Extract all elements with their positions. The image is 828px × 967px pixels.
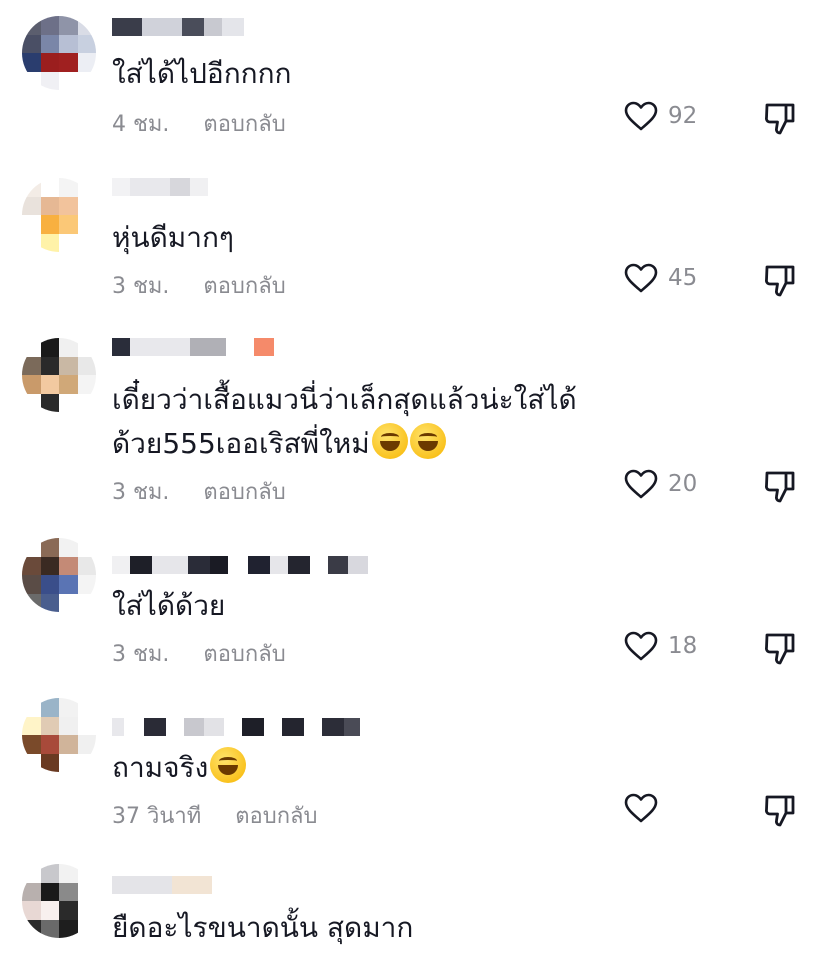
username-redacted[interactable] <box>112 338 274 356</box>
avatar[interactable] <box>22 698 96 772</box>
avatar[interactable] <box>22 338 96 412</box>
avatar[interactable] <box>22 178 96 252</box>
thumbs-down-icon[interactable] <box>762 792 798 828</box>
like-button[interactable] <box>624 793 658 823</box>
avatar[interactable] <box>22 864 96 938</box>
reply-button[interactable]: ตอบกลับ <box>203 106 285 141</box>
comment-time: 3 ชม. <box>112 480 170 505</box>
comment-text-body: ถามจริง <box>112 751 209 784</box>
grinning-sweat-emoji <box>371 423 408 459</box>
username-redacted[interactable] <box>112 556 368 574</box>
like-count: 18 <box>668 633 698 659</box>
comment-text: ใส่ได้ด้วย <box>112 589 226 622</box>
comment-text: หุ่นดีมากๆ <box>112 221 234 254</box>
thumbs-down-icon[interactable] <box>762 262 798 298</box>
comment-text: ใส่ได้ไปอีกกกก <box>112 57 292 90</box>
comment-time: 37 วินาที <box>112 804 202 829</box>
username-redacted[interactable] <box>112 876 212 894</box>
grinning-sweat-emoji <box>409 423 446 459</box>
comment-time: 3 ชม. <box>112 274 170 299</box>
heart-outline-icon <box>624 631 658 661</box>
like-count: 45 <box>668 265 698 291</box>
tears-of-joy-emoji <box>210 747 247 783</box>
reply-button[interactable]: ตอบกลับ <box>203 636 285 671</box>
thumbs-down-icon[interactable] <box>762 100 798 136</box>
comment-meta-cutoff <box>112 958 812 967</box>
heart-outline-icon <box>624 793 658 823</box>
username-redacted[interactable] <box>112 718 360 736</box>
reply-button[interactable]: ตอบกลับ <box>203 268 285 303</box>
like-button[interactable]: 20 <box>624 469 697 499</box>
thumbs-down-icon[interactable] <box>762 468 798 504</box>
comment-text: ยืดอะไรขนาดนั้น สุดมาก <box>112 911 414 944</box>
username-redacted[interactable] <box>112 178 208 196</box>
like-button[interactable]: 18 <box>624 631 697 661</box>
comment-text: เดี๋ยวว่าเสื้อแมวนี่ว่าเล็กสุดแล้วน่ะใส่… <box>112 383 577 416</box>
comment-time: 3 ชม. <box>112 642 170 667</box>
comment-text: ด้วย555เออเริสพี่ใหม่ <box>112 420 446 468</box>
like-button[interactable]: 45 <box>624 263 697 293</box>
comment-text-line2: ด้วย555เออเริสพี่ใหม่ <box>112 427 370 460</box>
reply-button[interactable]: ตอบกลับ <box>203 474 285 509</box>
comment-text: ถามจริง <box>112 744 247 792</box>
comment-meta: 37 วินาที ตอบกลับ <box>112 798 317 833</box>
avatar[interactable] <box>22 538 96 612</box>
reply-button[interactable]: ตอบกลับ <box>235 798 317 833</box>
like-count: 92 <box>668 103 698 129</box>
heart-outline-icon <box>624 101 658 131</box>
like-count: 20 <box>668 471 698 497</box>
comment-time: 4 ชม. <box>112 112 170 137</box>
comment-meta: 3 ชม. ตอบกลับ <box>112 636 286 671</box>
heart-outline-icon <box>624 469 658 499</box>
comment-meta: 3 ชม. ตอบกลับ <box>112 268 286 303</box>
username-redacted[interactable] <box>112 18 244 36</box>
heart-outline-icon <box>624 263 658 293</box>
comment-meta: 3 ชม. ตอบกลับ <box>112 474 286 509</box>
like-button[interactable]: 92 <box>624 101 697 131</box>
thumbs-down-icon[interactable] <box>762 630 798 666</box>
comment-meta: 4 ชม. ตอบกลับ <box>112 106 286 141</box>
avatar[interactable] <box>22 16 96 90</box>
